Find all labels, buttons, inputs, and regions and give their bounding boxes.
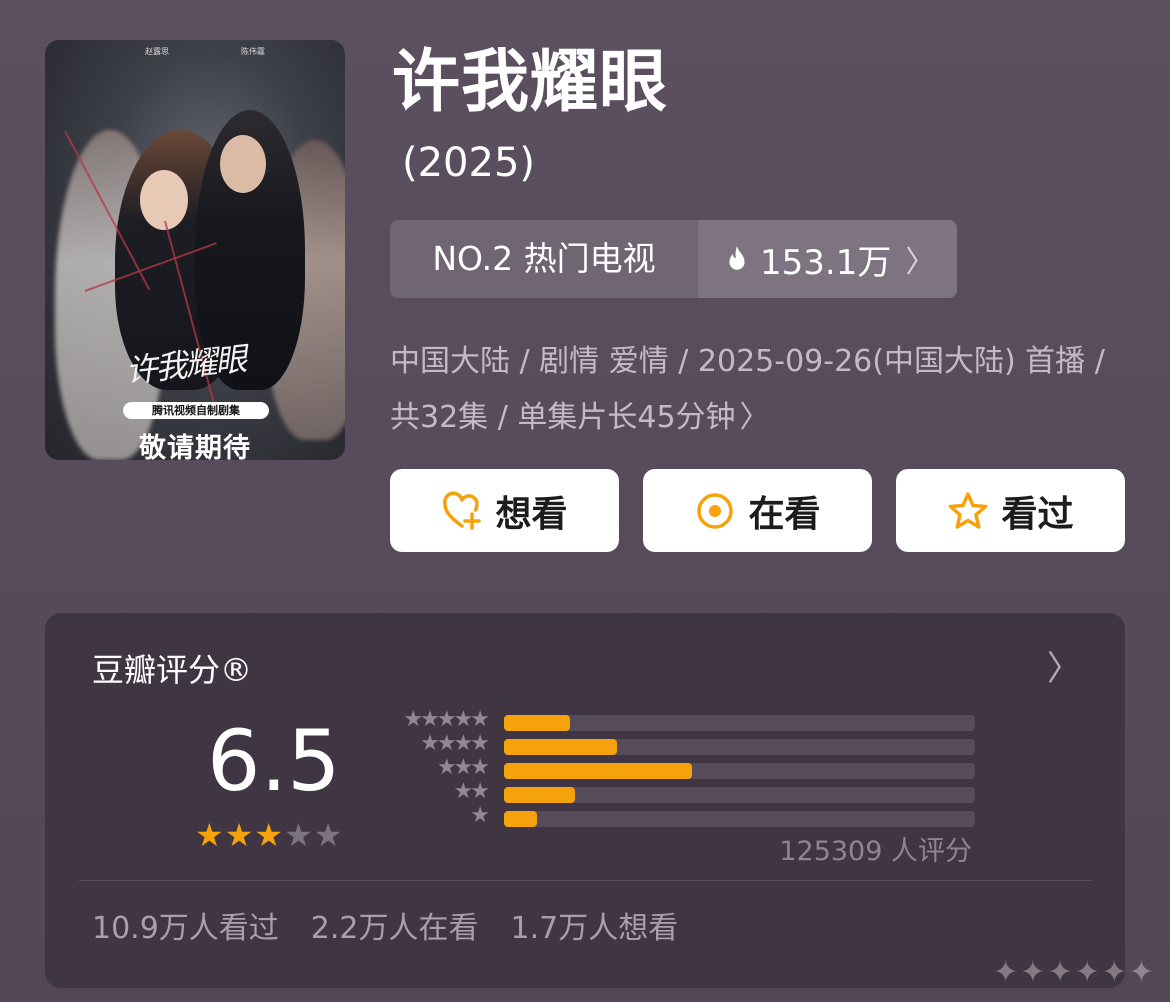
poster-stay-tuned: 敬请期待: [139, 433, 251, 460]
rating-bar-track: [504, 763, 975, 779]
rating-bar-track: [504, 787, 975, 803]
rating-bar-fill: [504, 787, 575, 803]
show-title: 许我耀眼: [392, 43, 669, 122]
rating-bar-track: [504, 739, 975, 755]
rating-title: 豆瓣评分®: [92, 651, 253, 689]
chevron-right-icon: 〉: [739, 400, 770, 435]
watching-label: 在看: [748, 493, 821, 535]
watching-count: 2.2万人在看: [310, 911, 479, 946]
rating-score: 6.5: [207, 712, 341, 810]
poster-cast: 赵露思 陈伟霆: [145, 46, 265, 57]
audience-stats: 10.9万人看过 2.2万人在看 1.7万人想看: [92, 903, 710, 947]
rating-count: 125309 人评分: [779, 836, 972, 867]
heat-section[interactable]: 153.1万 〉: [698, 220, 957, 298]
poster-badge: 腾讯视频自制剧集: [123, 402, 269, 419]
rating-row-stars-icon: ★★★★★: [403, 707, 490, 732]
watched-count: 10.9万人看过: [92, 911, 279, 946]
divider: [79, 880, 1091, 881]
watching-button[interactable]: 在看: [643, 469, 872, 552]
rating-row-4-star: ★★★★: [385, 732, 985, 756]
rating-bar-fill: [504, 811, 537, 827]
poster-cast-left: 赵露思: [145, 47, 169, 56]
rating-row-stars-icon: ★★: [453, 779, 490, 804]
rating-row-stars-icon: ★★★★: [420, 731, 490, 756]
rating-row-2-star: ★★: [385, 780, 985, 804]
rating-row-stars-icon: ★: [470, 803, 490, 828]
watched-label: 看过: [1001, 493, 1074, 535]
movie-detail-page: 赵露思 陈伟霆 许我耀眼 腾讯视频自制剧集 敬请期待 许我耀眼 (2025) N…: [0, 0, 1170, 1002]
chevron-right-icon: 〉: [905, 245, 936, 280]
rating-row-3-star: ★★★: [385, 756, 985, 780]
chevron-right-icon[interactable]: 〉: [1047, 641, 1081, 690]
rank-chip[interactable]: NO.2 热门电视 153.1万 〉: [390, 220, 957, 298]
heat-value: 153.1万: [760, 242, 892, 283]
poster-cast-right: 陈伟霆: [241, 47, 265, 56]
heart-plus-icon: [443, 491, 482, 530]
watermark: ✦✦✦✦✦✦: [993, 955, 1156, 990]
rating-stars: ★ ★ ★ ★ ★: [195, 819, 343, 851]
show-meta[interactable]: 中国大陆 / 剧情 爱情 / 2025-09-26(中国大陆) 首播 / 共32…: [390, 334, 1130, 446]
star-icon: [949, 491, 988, 529]
rating-bar-fill: [504, 763, 693, 779]
rating-bar-fill: [504, 715, 570, 731]
watched-button[interactable]: 看过: [896, 469, 1125, 552]
star-filled-icon: ★: [254, 816, 284, 854]
flame-icon: [729, 246, 745, 270]
rank-label[interactable]: NO.2 热门电视: [390, 220, 698, 298]
show-year: (2025): [402, 140, 536, 186]
target-icon: [697, 492, 734, 529]
star-empty-icon: ★: [284, 816, 313, 854]
rating-row-stars-icon: ★★★: [436, 755, 490, 780]
rating-bar-fill: [504, 739, 618, 755]
rating-row-1-star: ★: [385, 804, 985, 828]
rating-bar-track: [504, 715, 975, 731]
want-count: 1.7万人想看: [510, 911, 679, 946]
poster-image[interactable]: 赵露思 陈伟霆 许我耀眼 腾讯视频自制剧集 敬请期待: [45, 40, 345, 460]
star-filled-icon: ★: [195, 816, 224, 854]
rating-row-5-star: ★★★★★: [385, 708, 985, 732]
rating-bar-track: [504, 811, 975, 827]
rating-card[interactable]: 豆瓣评分® 〉 6.5 ★ ★ ★ ★ ★ ★★★★★ ★★★★ ★★★ ★★ ★ 125309…: [45, 613, 1125, 988]
want-label: 想看: [495, 493, 568, 535]
star-filled-icon: ★: [224, 816, 254, 854]
want-button[interactable]: 想看: [390, 469, 619, 552]
star-empty-icon: ★: [313, 816, 343, 854]
